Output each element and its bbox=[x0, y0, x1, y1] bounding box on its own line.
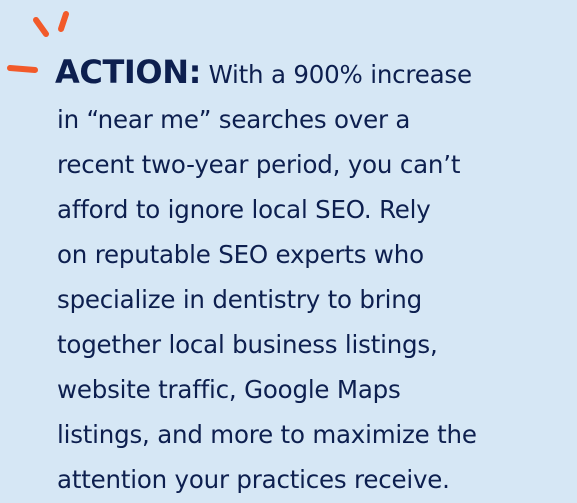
callout-line-9: listings, and more to maximize the bbox=[57, 420, 477, 449]
callout-line-1: ACTION: With a 900% increase bbox=[55, 50, 575, 97]
callout-line-5: on reputable SEO experts who bbox=[57, 240, 424, 269]
callout-line-10: attention your practices receive. bbox=[57, 465, 450, 494]
callout-line-6: specialize in dentistry to bring bbox=[57, 285, 422, 314]
callout-line-3: recent two-year period, you can’t bbox=[57, 150, 461, 179]
callout-line-4: afford to ignore local SEO. Rely bbox=[57, 195, 431, 224]
callout-line-text-1: With a 900% increase bbox=[208, 60, 473, 89]
callout-text: ACTION: With a 900% increase in “near me… bbox=[55, 50, 575, 502]
callout-line-7: together local business listings, bbox=[57, 330, 438, 359]
action-label: ACTION: bbox=[55, 53, 201, 91]
callout-line-2: in “near me” searches over a bbox=[57, 105, 411, 134]
callout-card: ACTION: With a 900% increase in “near me… bbox=[0, 0, 577, 503]
callout-line-8: website traffic, Google Maps bbox=[57, 375, 401, 404]
